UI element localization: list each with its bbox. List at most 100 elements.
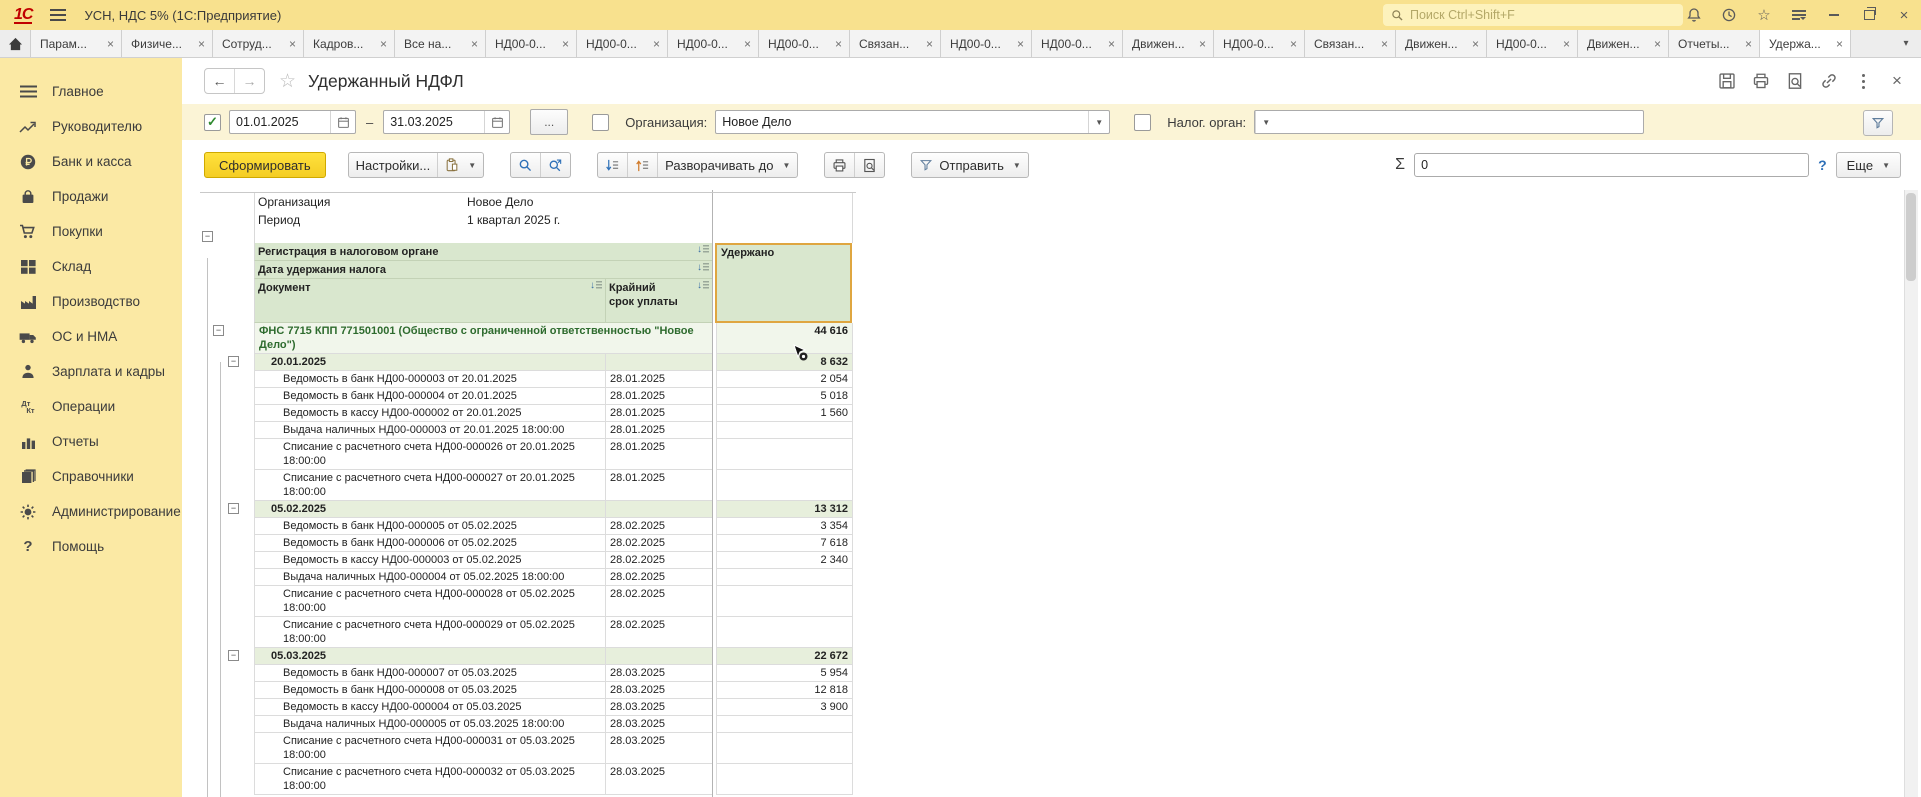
vertical-scrollbar[interactable]: [1904, 190, 1918, 797]
due-date-cell[interactable]: 28.02.2025: [605, 617, 712, 648]
help-button[interactable]: ?: [1818, 157, 1827, 173]
date-from-field[interactable]: [229, 110, 356, 134]
tab-3[interactable]: Сотруд...×: [213, 30, 304, 57]
amount-cell[interactable]: 3 900: [716, 699, 853, 716]
sidebar-item-grid[interactable]: Склад: [0, 249, 182, 284]
document-cell[interactable]: Списание с расчетного счета НД00-000031 …: [254, 733, 605, 764]
table-document-row[interactable]: Ведомость в банк НД00-000007 от 05.03.20…: [200, 665, 856, 682]
table-document-row[interactable]: Ведомость в банк НД00-000006 от 05.02.20…: [200, 535, 856, 552]
main-menu-icon[interactable]: [50, 9, 66, 11]
close-window-icon[interactable]: ×: [1895, 6, 1913, 24]
document-cell[interactable]: Ведомость в кассу НД00-000004 от 05.03.2…: [254, 699, 605, 716]
subgroup-total-cell[interactable]: 22 672: [716, 648, 853, 665]
document-cell[interactable]: Выдача наличных НД00-000003 от 20.01.202…: [254, 422, 605, 439]
tab-overflow-button[interactable]: ▾: [1895, 30, 1917, 57]
tab-close-icon[interactable]: ×: [107, 37, 114, 51]
table-document-row[interactable]: Списание с расчетного счета НД00-000028 …: [200, 586, 856, 617]
tab-12[interactable]: НД00-0...×: [1032, 30, 1123, 57]
organization-checkbox[interactable]: [592, 114, 609, 131]
sort-icon[interactable]: ↓: [697, 263, 709, 273]
table-document-row[interactable]: Ведомость в кассу НД00-000003 от 05.02.2…: [200, 552, 856, 569]
paste-settings-button[interactable]: ▼: [437, 153, 483, 177]
amount-cell[interactable]: 2 054: [716, 371, 853, 388]
due-date-cell[interactable]: 28.02.2025: [605, 552, 712, 569]
subgroup-due-cell[interactable]: [605, 648, 712, 665]
tab-16[interactable]: Движен...×: [1396, 30, 1487, 57]
group-total-cell[interactable]: 44 616: [716, 323, 853, 354]
tab-20[interactable]: Удержа...×: [1760, 30, 1851, 57]
tab-2[interactable]: Физиче...×: [122, 30, 213, 57]
document-cell[interactable]: Ведомость в банк НД00-000003 от 20.01.20…: [254, 371, 605, 388]
global-search-input[interactable]: Поиск Ctrl+Shift+F: [1383, 4, 1683, 26]
organization-combo[interactable]: Новое Дело ▼: [715, 110, 1110, 134]
amount-cell[interactable]: [716, 439, 853, 470]
tax-authority-checkbox[interactable]: [1134, 114, 1151, 131]
tab-close-icon[interactable]: ×: [926, 37, 933, 51]
document-cell[interactable]: Списание с расчетного счета НД00-000028 …: [254, 586, 605, 617]
tab-19[interactable]: Отчеты...×: [1669, 30, 1760, 57]
settings-button[interactable]: Настройки...: [349, 153, 438, 177]
scrollbar-thumb[interactable]: [1906, 193, 1916, 281]
amount-cell[interactable]: [716, 470, 853, 501]
tab-close-icon[interactable]: ×: [1836, 37, 1843, 51]
subgroup-total-cell[interactable]: 13 312: [716, 501, 853, 518]
sidebar-item-help[interactable]: ?Помощь: [0, 529, 182, 564]
print-button[interactable]: [825, 153, 854, 177]
save-icon[interactable]: [1717, 71, 1737, 91]
sidebar-item-cart[interactable]: Покупки: [0, 214, 182, 249]
service-menu-icon[interactable]: [1790, 6, 1808, 24]
amount-cell[interactable]: [716, 422, 853, 439]
header-withheld-selected[interactable]: Удержано: [715, 243, 852, 323]
table-document-row[interactable]: Ведомость в банк НД00-000004 от 20.01.20…: [200, 388, 856, 405]
print-preview-button[interactable]: [854, 153, 884, 177]
amount-cell[interactable]: 1 560: [716, 405, 853, 422]
sidebar-item-menu[interactable]: Главное: [0, 74, 182, 109]
subgroup-expander[interactable]: −: [228, 356, 239, 367]
header-document[interactable]: Документ↓: [254, 279, 605, 323]
sidebar-item-ruble[interactable]: Банк и касса: [0, 144, 182, 179]
date-from-input[interactable]: [230, 112, 330, 132]
sidebar-item-trend[interactable]: Руководителю: [0, 109, 182, 144]
sum-field[interactable]: [1414, 153, 1809, 177]
table-document-row[interactable]: Выдача наличных НД00-000005 от 05.03.202…: [200, 716, 856, 733]
document-cell[interactable]: Ведомость в банк НД00-000006 от 05.02.20…: [254, 535, 605, 552]
table-document-row[interactable]: Списание с расчетного счета НД00-000032 …: [200, 764, 856, 795]
period-checkbox[interactable]: ✓: [204, 114, 221, 131]
sidebar-item-dtkt[interactable]: ДтКтОперации: [0, 389, 182, 424]
due-date-cell[interactable]: 28.01.2025: [605, 371, 712, 388]
tab-17[interactable]: НД00-0...×: [1487, 30, 1578, 57]
table-group-row[interactable]: −ФНС 7715 КПП 771501001 (Общество с огра…: [200, 323, 856, 354]
amount-cell[interactable]: [716, 733, 853, 764]
find-next-button[interactable]: [540, 153, 570, 177]
due-date-cell[interactable]: 28.01.2025: [605, 405, 712, 422]
tab-close-icon[interactable]: ×: [289, 37, 296, 51]
amount-cell[interactable]: [716, 569, 853, 586]
sidebar-item-chart[interactable]: Отчеты: [0, 424, 182, 459]
tab-10[interactable]: Связан...×: [850, 30, 941, 57]
header-registration[interactable]: Регистрация в налоговом органе↓: [254, 243, 712, 261]
document-cell[interactable]: Списание с расчетного счета НД00-000026 …: [254, 439, 605, 470]
amount-cell[interactable]: 7 618: [716, 535, 853, 552]
tab-close-icon[interactable]: ×: [1199, 37, 1206, 51]
tab-6[interactable]: НД00-0...×: [486, 30, 577, 57]
more-actions-icon[interactable]: [1853, 71, 1873, 91]
tab-close-icon[interactable]: ×: [1654, 37, 1661, 51]
collapse-groups-button[interactable]: [598, 153, 627, 177]
due-date-cell[interactable]: 28.01.2025: [605, 470, 712, 501]
app-logo[interactable]: 1С: [14, 7, 32, 24]
tab-4[interactable]: Кадров...×: [304, 30, 395, 57]
tab-13[interactable]: Движен...×: [1123, 30, 1214, 57]
tab-close-icon[interactable]: ×: [1563, 37, 1570, 51]
sort-icon[interactable]: ↓: [697, 245, 709, 255]
amount-cell[interactable]: [716, 764, 853, 795]
subgroup-due-cell[interactable]: [605, 354, 712, 371]
tab-close-icon[interactable]: ×: [1381, 37, 1388, 51]
sidebar-item-factory[interactable]: Производство: [0, 284, 182, 319]
tab-7[interactable]: НД00-0...×: [577, 30, 668, 57]
sidebar-item-books[interactable]: Справочники: [0, 459, 182, 494]
table-document-row[interactable]: Списание с расчетного счета НД00-000029 …: [200, 617, 856, 648]
document-cell[interactable]: Выдача наличных НД00-000004 от 05.02.202…: [254, 569, 605, 586]
amount-cell[interactable]: 3 354: [716, 518, 853, 535]
close-report-icon[interactable]: ×: [1887, 71, 1907, 91]
amount-cell[interactable]: [716, 716, 853, 733]
